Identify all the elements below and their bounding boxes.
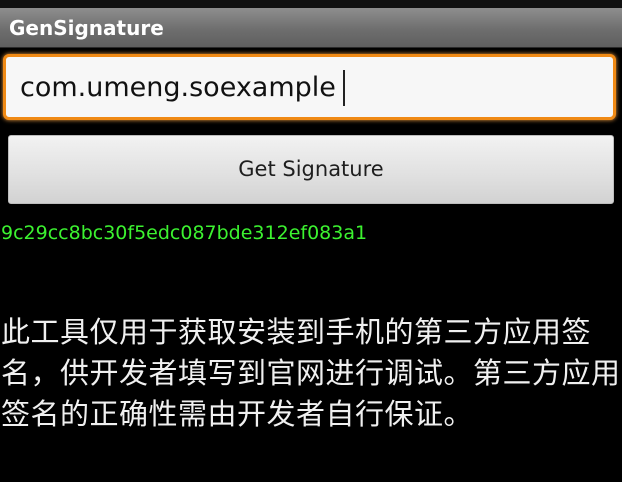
status-strip — [0, 0, 622, 8]
app-title: GenSignature — [9, 16, 164, 40]
signature-result: 9c29cc8bc30f5edc087bde312ef083a1 — [1, 222, 368, 244]
app-screen: GenSignature Get Signature 9c29cc8bc30f5… — [0, 0, 622, 482]
tool-description: 此工具仅用于获取安装到手机的第三方应用签名，供开发者填写到官网进行调试。第三方应… — [1, 315, 621, 431]
get-signature-button[interactable]: Get Signature — [8, 135, 614, 204]
package-name-field[interactable] — [3, 54, 616, 120]
text-cursor — [343, 70, 345, 106]
package-name-input[interactable] — [6, 57, 613, 117]
title-bar: GenSignature — [0, 8, 622, 48]
